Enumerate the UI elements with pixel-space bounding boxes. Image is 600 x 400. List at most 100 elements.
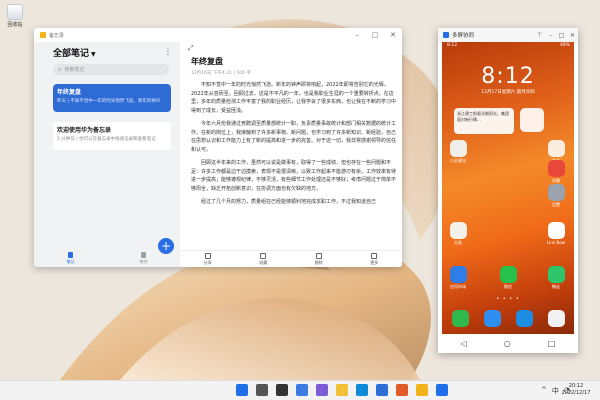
- store-icon[interactable]: [376, 384, 388, 396]
- trash-icon: [315, 253, 322, 259]
- link-now-icon: [547, 222, 565, 239]
- minimize-icon[interactable]: –: [348, 31, 366, 39]
- note-icon: [68, 252, 73, 258]
- app-xiaoyi[interactable]: 小艺建议: [448, 140, 468, 164]
- tab-todo[interactable]: 待办: [140, 252, 148, 265]
- start-button-icon[interactable]: [236, 384, 248, 396]
- edge-browser-icon[interactable]: [356, 384, 368, 396]
- tab-notes-label: 笔记: [66, 259, 75, 264]
- home-button[interactable]: ○: [504, 339, 511, 348]
- clock-time: 20:12: [568, 383, 584, 389]
- news-widget[interactable]: 浙江建工前驱试制阳光，集团面对新行情…: [454, 108, 514, 134]
- dock-browser[interactable]: [514, 310, 534, 327]
- search-input[interactable]: ⌕ 搜索笔记: [53, 64, 169, 75]
- task-view-icon[interactable]: [276, 384, 288, 396]
- battery-level: 48%: [559, 43, 570, 48]
- taskbar-clock[interactable]: 20:12 2022/12/17: [556, 383, 596, 397]
- note-title[interactable]: 年终复盘: [191, 56, 223, 67]
- note-card-summary: 5 分钟前 | 你可以在备忘录中快速记录和查看笔记: [57, 137, 156, 142]
- dock-camera[interactable]: [546, 310, 566, 327]
- delete-button[interactable]: 删除: [315, 251, 323, 267]
- favorite-label: 收藏: [259, 260, 268, 265]
- maximize-icon[interactable]: □: [366, 31, 384, 39]
- news-widget-text: 浙江建工前驱试制阳光，集团面对新行情…: [457, 111, 509, 122]
- notes-folder-selector[interactable]: 全部笔记 ▼: [53, 46, 96, 59]
- caret-down-icon: ▼: [91, 51, 96, 58]
- app-store[interactable]: 应用市场: [448, 266, 468, 290]
- tray-overflow-icon[interactable]: ^: [541, 386, 547, 396]
- share-button[interactable]: 分享: [204, 251, 212, 267]
- tab-notes[interactable]: 笔记: [67, 252, 75, 265]
- app-settings[interactable]: 设置: [546, 184, 566, 208]
- multiscreen-taskbar-icon[interactable]: [436, 384, 448, 396]
- todo-icon: [141, 252, 146, 258]
- note-card[interactable]: 欢迎使用华为备忘录 5 分钟前 | 你可以在备忘录中快速记录和查看笔记: [53, 122, 171, 150]
- note-paragraph: 经过了几个月的努力，质量组在已经能够顺利地完成本职工作，不过我知道自己: [201, 199, 377, 205]
- close-icon[interactable]: ✕: [384, 31, 402, 39]
- note-action-bar: 分享 收藏 删除 更多: [180, 250, 402, 267]
- maximize-icon[interactable]: □: [556, 32, 567, 39]
- more-button[interactable]: 更多: [370, 251, 378, 267]
- app-label: Link Now: [546, 240, 566, 245]
- phone-mirror-window: 多屏协同 ⊤ – □ ✕ 8:12 48% 8:12 12月17日星期六 腊月廿…: [438, 28, 578, 353]
- favorite-button[interactable]: 收藏: [259, 251, 267, 267]
- app-link-now[interactable]: Link Now: [546, 222, 566, 245]
- chat-icon[interactable]: [316, 384, 328, 396]
- taskbar: ^ 中 ◔ 20:12 2022/12/17: [0, 380, 600, 400]
- pin-icon[interactable]: ⊤: [534, 32, 545, 39]
- close-icon[interactable]: ✕: [567, 32, 578, 39]
- desktop-icon-recycle-bin[interactable]: 回收站: [4, 4, 26, 28]
- multiscreen-app-icon: [443, 32, 449, 38]
- note-card[interactable]: 年终复盘 昨天 | 不知不觉中一年的时光悄然飞逝。新年的钟声: [53, 84, 171, 112]
- back-button[interactable]: ◁: [461, 339, 467, 348]
- app-label: 设置: [552, 202, 560, 207]
- phone-status-bar: 8:12 48%: [442, 43, 574, 50]
- page-indicator: • • • •: [496, 296, 520, 302]
- phone-nav-bar: ◁ ○ □: [442, 334, 574, 353]
- widgets-icon[interactable]: [296, 384, 308, 396]
- minimize-icon[interactable]: –: [545, 32, 556, 39]
- note-body[interactable]: 不知不觉中一年的时光悄然飞逝。新年的钟声即将响起，2022年即将告别它的光辉，2…: [191, 81, 397, 243]
- app-category[interactable]: 分类: [448, 222, 468, 246]
- share-icon: [204, 253, 211, 259]
- meetime-icon: [547, 266, 565, 283]
- file-explorer-icon[interactable]: [336, 384, 348, 396]
- app-petal[interactable]: 花瓣: [546, 160, 566, 184]
- app-meetime[interactable]: 畅连: [546, 266, 566, 290]
- tools-folder[interactable]: [520, 108, 544, 132]
- search-icon[interactable]: [256, 384, 268, 396]
- wechat-icon: [499, 266, 517, 283]
- app-wechat[interactable]: 微信: [498, 266, 518, 290]
- app-label: 小艺建议: [450, 158, 466, 163]
- message-icon: [483, 310, 501, 327]
- notes-titlebar[interactable]: 备忘录 – □ ✕: [34, 28, 402, 42]
- note-card-title: 年终复盘: [57, 89, 82, 96]
- note-card-summary: 昨天 | 不知不觉中一年的时光悄然飞逝。新年的钟声: [57, 99, 161, 104]
- home-clock: 8:12: [481, 64, 535, 89]
- note-card-title: 欢迎使用华为备忘录: [57, 127, 112, 134]
- notes-taskbar-icon[interactable]: [416, 384, 428, 396]
- note-paragraph: 回顾这半年来的工作，虽然可以说是做事有，取得了一些成绩，但也存在一些问题和不足：…: [191, 160, 397, 192]
- office-icon[interactable]: [396, 384, 408, 396]
- expand-icon[interactable]: ⤢: [188, 44, 194, 53]
- share-label: 分享: [203, 260, 212, 265]
- recents-button[interactable]: □: [548, 339, 556, 348]
- tools-icon: [547, 140, 565, 157]
- app-label: 应用市场: [450, 284, 466, 289]
- desktop-icon-label: 回收站: [7, 22, 23, 28]
- more-options-icon[interactable]: ⋮: [164, 47, 172, 56]
- tab-todo-label: 待办: [139, 259, 148, 264]
- dock-phone[interactable]: [450, 310, 470, 327]
- phone-screen[interactable]: 8:12 48% 8:12 12月17日星期六 腊月廿四 浙江建工前驱试制阳光，…: [442, 42, 574, 334]
- phone-dock: [442, 306, 574, 334]
- note-paragraph: 今年六月份我通过竞聘调至质量部统计一职，负责质量事故统计和部门相关数据的统计工作…: [191, 121, 397, 153]
- delete-label: 删除: [314, 260, 323, 265]
- app-label: 分类: [454, 240, 462, 245]
- phone-titlebar[interactable]: 多屏协同 ⊤ – □ ✕: [438, 28, 578, 42]
- dock-messages[interactable]: [482, 310, 502, 327]
- more-label: 更多: [370, 260, 379, 265]
- notes-list-panel: 全部笔记 ▼ ⋮ ⌕ 搜索笔记 年终复盘 昨天 | 不知不觉中一年的时光悄然飞逝。…: [34, 42, 180, 267]
- clock-date: 2022/12/17: [561, 390, 591, 396]
- app-label: 畅连: [552, 284, 560, 289]
- status-time: 8:12: [447, 43, 458, 48]
